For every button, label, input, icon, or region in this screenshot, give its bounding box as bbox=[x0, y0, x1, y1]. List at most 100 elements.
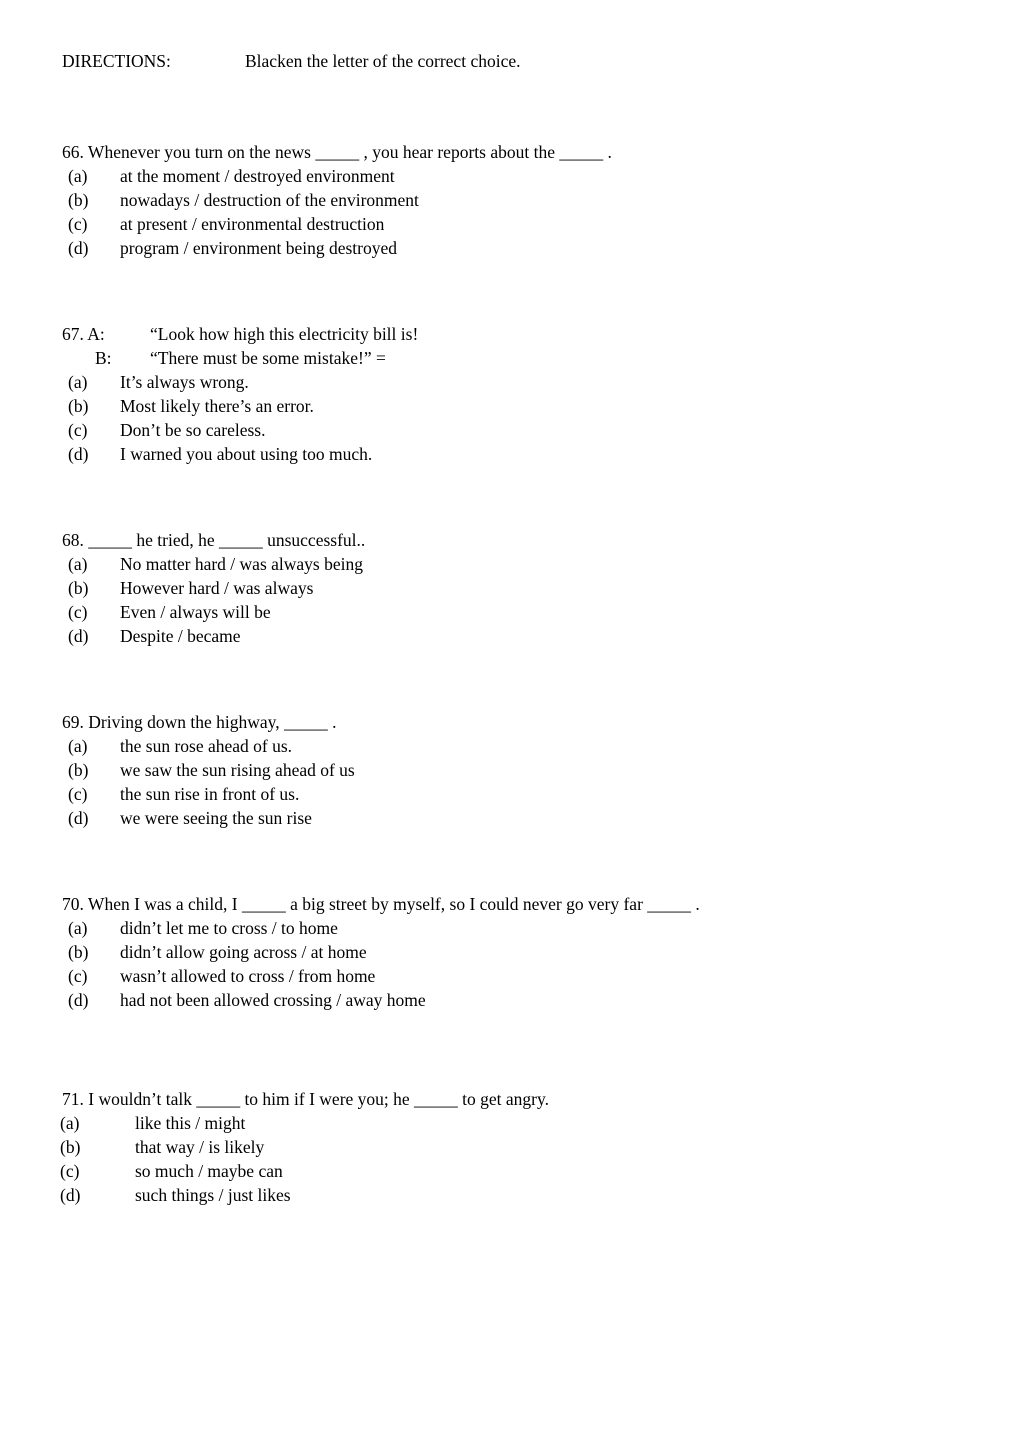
dialogue-line: 67. A: “Look how high this electricity bi… bbox=[0, 322, 1020, 346]
option-text: Even / always will be bbox=[120, 602, 271, 622]
question-block: 69. Driving down the highway, _____ . (a)… bbox=[0, 710, 1020, 830]
option-item[interactable]: (b) didn’t allow going across / at home bbox=[0, 940, 1020, 964]
option-item[interactable]: (b) we saw the sun rising ahead of us bbox=[0, 758, 1020, 782]
dialogue-text: “There must be some mistake!” = bbox=[150, 348, 386, 368]
question-list: 66. Whenever you turn on the news _____ … bbox=[0, 140, 1020, 1269]
option-item[interactable]: (d) Despite / became bbox=[0, 624, 1020, 648]
option-item[interactable]: (b) Most likely there’s an error. bbox=[0, 394, 1020, 418]
option-letter[interactable]: (a) bbox=[60, 1111, 135, 1135]
dialogue-text: “Look how high this electricity bill is! bbox=[150, 324, 419, 344]
question-stem: 71. I wouldn’t talk _____ to him if I we… bbox=[62, 1089, 550, 1109]
option-text: we saw the sun rising ahead of us bbox=[120, 760, 355, 780]
option-list: (a) like this / might (b) that way / is lik… bbox=[0, 1111, 1020, 1207]
option-letter[interactable]: (d) bbox=[68, 806, 120, 830]
option-text: program / environment being destroyed bbox=[120, 238, 398, 258]
option-letter[interactable]: (d) bbox=[68, 236, 120, 260]
question-block: 68. _____ he tried, he _____ unsuccessfu… bbox=[0, 528, 1020, 648]
option-letter[interactable]: (c) bbox=[60, 1159, 135, 1183]
option-letter[interactable]: (a) bbox=[68, 734, 120, 758]
option-text: Despite / became bbox=[120, 626, 241, 646]
option-item[interactable]: (d) had not been allowed crossing / away … bbox=[0, 988, 1020, 1012]
question-stem: 68. _____ he tried, he _____ unsuccessfu… bbox=[62, 530, 366, 550]
option-list: (a) It’s always wrong. (b) Most likely ther… bbox=[0, 370, 1020, 466]
option-item[interactable]: (d) we were seeing the sun rise bbox=[0, 806, 1020, 830]
option-text: wasn’t allowed to cross / from home bbox=[120, 966, 376, 986]
option-letter[interactable]: (b) bbox=[60, 1135, 135, 1159]
option-text: the sun rise in front of us. bbox=[120, 784, 300, 804]
option-letter[interactable]: (c) bbox=[68, 418, 120, 442]
dialogue-speaker: B: bbox=[95, 348, 112, 368]
dialogue-line: B: “There must be some mistake!” = bbox=[0, 346, 1020, 370]
option-letter[interactable]: (b) bbox=[68, 758, 120, 782]
option-text: the sun rose ahead of us. bbox=[120, 736, 293, 756]
option-text: so much / maybe can bbox=[135, 1161, 283, 1181]
option-letter[interactable]: (b) bbox=[68, 940, 120, 964]
option-text: It’s always wrong. bbox=[120, 372, 249, 392]
option-letter[interactable]: (d) bbox=[68, 988, 120, 1012]
option-list: (a) at the moment / destroyed environment… bbox=[0, 164, 1020, 260]
option-list: (a) didn’t let me to cross / to home (b) di… bbox=[0, 916, 1020, 1012]
directions-header: DIRECTIONS: Blacken the letter of the cor… bbox=[62, 50, 520, 73]
dialogue-speaker: 67. A: bbox=[62, 324, 105, 344]
option-text: nowadays / destruction of the environmen… bbox=[120, 190, 419, 210]
option-letter[interactable]: (c) bbox=[68, 964, 120, 988]
option-list: (a) No matter hard / was always being (b) H… bbox=[0, 552, 1020, 648]
option-letter[interactable]: (b) bbox=[68, 188, 120, 212]
option-item[interactable]: (b) However hard / was always bbox=[0, 576, 1020, 600]
option-text: No matter hard / was always being bbox=[120, 554, 363, 574]
option-letter[interactable]: (a) bbox=[68, 552, 120, 576]
option-item[interactable]: (d) program / environment being destroyed bbox=[0, 236, 1020, 260]
option-letter[interactable]: (b) bbox=[68, 394, 120, 418]
option-item[interactable]: (c) Don’t be so careless. bbox=[0, 418, 1020, 442]
option-item[interactable]: (a) It’s always wrong. bbox=[0, 370, 1020, 394]
option-item[interactable]: (a) the sun rose ahead of us. bbox=[0, 734, 1020, 758]
option-text: at present / environmental destruction bbox=[120, 214, 385, 234]
option-text: I warned you about using too much. bbox=[120, 444, 373, 464]
document-page: DIRECTIONS: Blacken the letter of the cor… bbox=[0, 0, 1020, 1443]
option-item[interactable]: (c) so much / maybe can bbox=[0, 1159, 1020, 1183]
option-letter[interactable]: (c) bbox=[68, 212, 120, 236]
question-stem: 69. Driving down the highway, _____ . bbox=[62, 712, 337, 732]
option-text: that way / is likely bbox=[135, 1137, 265, 1157]
directions-label: DIRECTIONS: bbox=[62, 51, 171, 71]
option-item[interactable]: (a) like this / might bbox=[0, 1111, 1020, 1135]
question-block: 66. Whenever you turn on the news _____ … bbox=[0, 140, 1020, 260]
option-text: we were seeing the sun rise bbox=[120, 808, 312, 828]
option-text: didn’t allow going across / at home bbox=[120, 942, 367, 962]
question-stem: 70. When I was a child, I _____ a big st… bbox=[62, 894, 700, 914]
option-item[interactable]: (c) at present / environmental destructio… bbox=[0, 212, 1020, 236]
option-item[interactable]: (b) nowadays / destruction of the environ… bbox=[0, 188, 1020, 212]
option-item[interactable]: (a) didn’t let me to cross / to home bbox=[0, 916, 1020, 940]
option-text: However hard / was always bbox=[120, 578, 314, 598]
option-item[interactable]: (c) Even / always will be bbox=[0, 600, 1020, 624]
question-block: 70. When I was a child, I _____ a big st… bbox=[0, 892, 1020, 1012]
option-letter[interactable]: (d) bbox=[60, 1183, 135, 1207]
option-letter[interactable]: (b) bbox=[68, 576, 120, 600]
option-item[interactable]: (d) I warned you about using too much. bbox=[0, 442, 1020, 466]
option-letter[interactable]: (c) bbox=[68, 600, 120, 624]
directions-text: Blacken the letter of the correct choice… bbox=[245, 51, 521, 71]
option-list: (a) the sun rose ahead of us. (b) we saw th… bbox=[0, 734, 1020, 830]
option-text: didn’t let me to cross / to home bbox=[120, 918, 338, 938]
option-item[interactable]: (a) No matter hard / was always being bbox=[0, 552, 1020, 576]
question-block: 67. A: “Look how high this electricity bi… bbox=[0, 322, 1020, 466]
option-text: like this / might bbox=[135, 1113, 246, 1133]
option-item[interactable]: (c) wasn’t allowed to cross / from home bbox=[0, 964, 1020, 988]
option-letter[interactable]: (a) bbox=[68, 164, 120, 188]
option-item[interactable]: (d) such things / just likes bbox=[0, 1183, 1020, 1207]
option-letter[interactable]: (d) bbox=[68, 624, 120, 648]
question-block: 71. I wouldn’t talk _____ to him if I we… bbox=[0, 1087, 1020, 1207]
option-letter[interactable]: (c) bbox=[68, 782, 120, 806]
option-item[interactable]: (c) the sun rise in front of us. bbox=[0, 782, 1020, 806]
option-text: Don’t be so careless. bbox=[120, 420, 266, 440]
option-letter[interactable]: (d) bbox=[68, 442, 120, 466]
option-text: Most likely there’s an error. bbox=[120, 396, 314, 416]
option-text: such things / just likes bbox=[135, 1185, 291, 1205]
question-stem: 66. Whenever you turn on the news _____ … bbox=[62, 142, 612, 162]
option-item[interactable]: (a) at the moment / destroyed environment bbox=[0, 164, 1020, 188]
option-item[interactable]: (b) that way / is likely bbox=[0, 1135, 1020, 1159]
option-text: had not been allowed crossing / away hom… bbox=[120, 990, 426, 1010]
option-text: at the moment / destroyed environment bbox=[120, 166, 395, 186]
option-letter[interactable]: (a) bbox=[68, 916, 120, 940]
option-letter[interactable]: (a) bbox=[68, 370, 120, 394]
